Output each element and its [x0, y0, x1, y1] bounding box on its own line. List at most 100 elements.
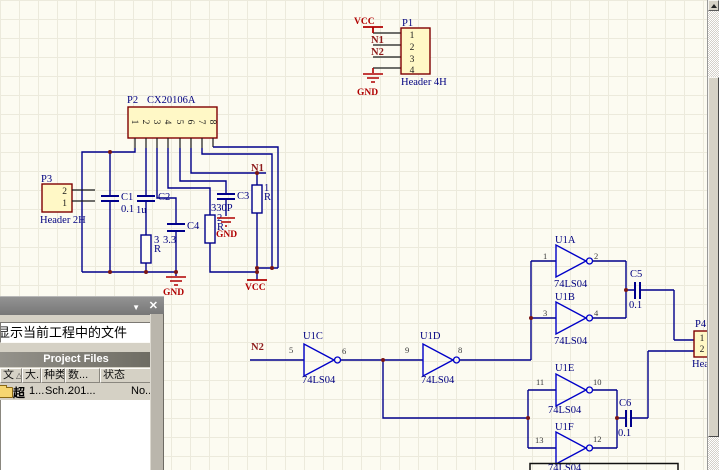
- c3-gnd-label[interactable]: GND: [216, 230, 237, 240]
- c1-ref[interactable]: C1: [121, 192, 133, 203]
- project-panel[interactable]: ▼ ✕ 显示当前工程中的文件 Project Files 文△ 大... 种类 …: [0, 296, 164, 470]
- r1-val[interactable]: R: [264, 192, 271, 203]
- u1b-pin-out: 4: [594, 308, 599, 318]
- file-name: 超: [13, 386, 26, 400]
- c3-val[interactable]: 330P: [211, 203, 233, 214]
- gnd-symbol[interactable]: [363, 68, 383, 83]
- r3-body[interactable]: [140, 234, 152, 264]
- u1a-pin-in: 1: [543, 251, 547, 261]
- u1a-part[interactable]: 74LS04: [554, 279, 588, 290]
- panel-filter-box[interactable]: 显示当前工程中的文件: [0, 322, 152, 343]
- p1-pin-1: 1: [410, 31, 415, 41]
- file-table-header[interactable]: 文△ 大... 种类 数... 状态: [0, 368, 152, 383]
- p1-desc[interactable]: Header 4H: [401, 77, 447, 88]
- p2-pin-stubs: [134, 138, 214, 148]
- capacitor-c1[interactable]: C1 0.1: [101, 192, 134, 215]
- net-label-n2[interactable]: N2: [371, 47, 384, 58]
- capacitor-c2[interactable]: C2 1u: [136, 192, 170, 216]
- u1e-part[interactable]: 74LS04: [548, 405, 582, 416]
- ic-p2-cx20106a[interactable]: P2 CX20106A 1 2 3 4 5 6 7 8: [127, 95, 218, 148]
- column-name[interactable]: 文 △: [0, 368, 22, 383]
- u1b-part[interactable]: 74LS04: [554, 336, 588, 347]
- c1-val[interactable]: 0.1: [121, 204, 134, 215]
- wires-left-cluster: [81, 146, 279, 280]
- u1c-part[interactable]: 74LS04: [302, 375, 336, 386]
- scroll-up-button[interactable]: [708, 0, 719, 11]
- file-list-area[interactable]: [0, 400, 152, 470]
- p1-ref[interactable]: P1: [402, 18, 413, 29]
- gnd-label[interactable]: GND: [357, 88, 378, 98]
- folder-icon: [0, 385, 13, 398]
- inverter-u1d[interactable]: U1D 9 8 74LS04: [405, 331, 462, 386]
- u1b-ref[interactable]: U1B: [555, 292, 575, 303]
- c4-plates: [167, 223, 185, 232]
- file-row[interactable]: 超 1... Sch... 201... No...: [0, 383, 154, 400]
- column-kind[interactable]: 种类: [41, 368, 65, 383]
- c6-ref[interactable]: C6: [619, 398, 631, 409]
- schematic-editor-screen: VCC N1 N2 GND 1 2 3 4 P1 Header 4H P2 CX…: [0, 0, 719, 470]
- p1-body[interactable]: [400, 27, 431, 75]
- p2-pin-3: 3: [151, 120, 161, 125]
- c4-ref[interactable]: C4: [187, 221, 200, 232]
- u1e-pin-out: 10: [593, 377, 602, 387]
- u1d-triangle[interactable]: [422, 342, 455, 378]
- u1f-triangle[interactable]: [555, 430, 588, 466]
- u1b-triangle[interactable]: [555, 300, 588, 336]
- u1e-triangle[interactable]: [555, 372, 588, 408]
- c5-ref[interactable]: C5: [630, 269, 642, 280]
- column-date[interactable]: 数...: [65, 368, 100, 383]
- p3-desc[interactable]: Header 2H: [40, 215, 86, 226]
- vcc-label[interactable]: VCC: [354, 17, 375, 27]
- vertical-scrollbar[interactable]: [707, 0, 719, 470]
- c2-val[interactable]: 1u: [136, 205, 147, 216]
- u1d-pin-in: 9: [405, 345, 409, 355]
- scrollbar-thumb[interactable]: [708, 77, 719, 437]
- p3-body[interactable]: [41, 183, 73, 213]
- u1c-ref[interactable]: U1C: [303, 331, 323, 342]
- c3-ref[interactable]: C3: [237, 191, 249, 202]
- u1f-ref[interactable]: U1F: [555, 422, 574, 433]
- connector-p1[interactable]: VCC N1 N2 GND 1 2 3 4 P1 Header 4H: [354, 17, 447, 98]
- rail-gnd[interactable]: GND: [163, 276, 186, 298]
- p4-ref[interactable]: P4: [695, 319, 707, 330]
- u1a-ref[interactable]: U1A: [555, 235, 576, 246]
- c6-val[interactable]: 0.1: [618, 428, 631, 439]
- vcc-power-bar[interactable]: [363, 26, 383, 33]
- u1a-triangle[interactable]: [555, 243, 588, 279]
- panel-collapse-icon[interactable]: ▼: [132, 302, 140, 314]
- inverter-u1a[interactable]: U1A 1 2 74LS04: [543, 235, 598, 290]
- u1c-triangle[interactable]: [303, 342, 336, 378]
- inverter-u1b[interactable]: U1B 3 4 74LS04: [543, 292, 599, 347]
- u1d-part[interactable]: 74LS04: [421, 375, 455, 386]
- c4-val[interactable]: 3.3: [163, 235, 176, 246]
- resistor-r3[interactable]: 3 R: [140, 234, 161, 264]
- p3-pin-lines: [72, 189, 95, 202]
- panel-close-icon[interactable]: ✕: [149, 300, 158, 312]
- p2-part[interactable]: CX20106A: [147, 95, 196, 106]
- column-size[interactable]: 大...: [22, 368, 41, 383]
- u1b-pin-in: 3: [543, 308, 547, 318]
- r2-body[interactable]: [204, 214, 216, 244]
- u1d-ref[interactable]: U1D: [420, 331, 441, 342]
- vcc-label-bottom[interactable]: VCC: [245, 283, 266, 293]
- rail-gnd-label[interactable]: GND: [163, 288, 184, 298]
- panel-titlebar[interactable]: ▼ ✕: [0, 296, 164, 315]
- c5-val[interactable]: 0.1: [629, 300, 642, 311]
- connector-p3[interactable]: P3 2 1 Header 2H: [40, 174, 95, 226]
- u1a-pin-out: 2: [594, 251, 598, 261]
- p2-pin-5: 5: [174, 120, 184, 125]
- c2-ref[interactable]: C2: [158, 192, 170, 203]
- r1-body[interactable]: [251, 184, 263, 214]
- p2-ref[interactable]: P2: [127, 95, 138, 106]
- inverter-u1c[interactable]: N2 U1C 5 6 74LS04: [251, 331, 346, 386]
- p1-pin-4: 4: [410, 66, 415, 76]
- capacitor-c4[interactable]: C4 3.3: [163, 221, 200, 246]
- u1e-ref[interactable]: U1E: [555, 363, 574, 374]
- c6-plates: [625, 410, 632, 427]
- column-status[interactable]: 状态: [100, 368, 152, 383]
- net-label-n1[interactable]: N1: [371, 35, 384, 46]
- project-files-header[interactable]: Project Files: [0, 352, 152, 367]
- r3-val[interactable]: R: [154, 244, 161, 255]
- net-label-n2-main[interactable]: N2: [251, 342, 264, 353]
- rail-gnd-symbol[interactable]: [166, 276, 186, 286]
